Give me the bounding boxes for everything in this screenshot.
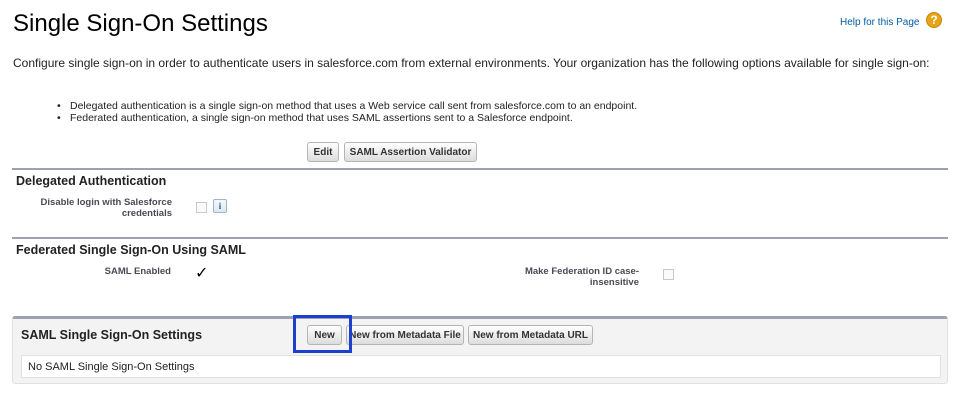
federation-id-case-label: Make Federation ID case-insensitive: [524, 266, 639, 288]
checkmark-icon: ✓: [195, 263, 209, 282]
disable-login-checkbox: [196, 202, 207, 213]
list-item: Delegated authentication is a single sig…: [57, 100, 637, 112]
page-title: Single Sign-On Settings: [13, 10, 268, 37]
help-link[interactable]: Help for this Page: [840, 17, 920, 28]
section-divider: [12, 168, 948, 170]
edit-button[interactable]: Edit: [307, 142, 339, 162]
saml-enabled-label: SAML Enabled: [104, 266, 171, 277]
intro-text: Configure single sign-on in order to aut…: [13, 56, 930, 70]
list-item: Federated authentication, a single sign-…: [57, 112, 637, 124]
info-icon[interactable]: i: [213, 199, 227, 213]
federated-sso-heading: Federated Single Sign-On Using SAML: [16, 243, 246, 257]
new-from-metadata-url-button[interactable]: New from Metadata URL: [468, 325, 593, 345]
section-divider: [12, 237, 948, 239]
question-circle-icon[interactable]: ?: [926, 12, 942, 28]
disable-login-label: Disable login with Salesforce credential…: [40, 197, 172, 219]
saml-settings-empty-message: No SAML Single Sign-On Settings: [21, 355, 941, 378]
federation-id-case-checkbox: [663, 269, 674, 280]
highlight-box: [293, 315, 352, 353]
saml-assertion-validator-button[interactable]: SAML Assertion Validator: [344, 142, 477, 162]
new-from-metadata-file-button[interactable]: New from Metadata File: [346, 325, 464, 345]
delegated-authentication-heading: Delegated Authentication: [16, 174, 167, 188]
options-list: Delegated authentication is a single sig…: [57, 100, 637, 124]
saml-settings-heading: SAML Single Sign-On Settings: [21, 328, 203, 342]
